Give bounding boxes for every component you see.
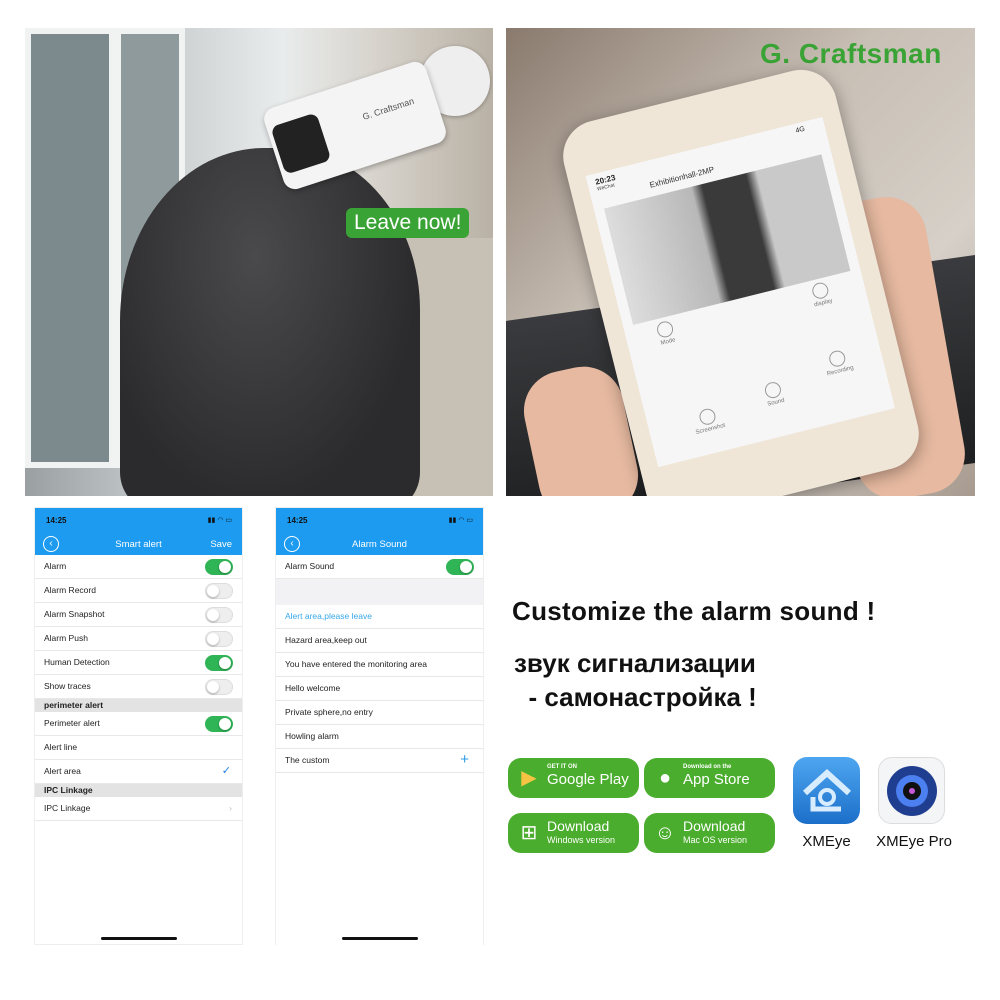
xmeye-pro-label: XMEye Pro bbox=[876, 833, 952, 850]
section-header-perimeter: perimeter alert bbox=[35, 699, 242, 712]
display-button[interactable]: display bbox=[799, 278, 844, 311]
badge-small-text: Download on the bbox=[683, 764, 732, 770]
recording-button[interactable]: Recording bbox=[816, 346, 861, 379]
custom-sound-row[interactable]: The custom + bbox=[276, 749, 483, 773]
section-header-ipc: IPC Linkage bbox=[35, 784, 242, 797]
plus-icon[interactable]: + bbox=[460, 748, 469, 771]
alarm-sound-screen: 14:25 ▮▮ ◠ ▭ ‹ Alarm Sound Alarm Sound A… bbox=[275, 507, 484, 953]
ipc-linkage-row[interactable]: IPC Linkage › bbox=[35, 797, 242, 821]
headline-ru-2: - самонастройка ! bbox=[514, 682, 757, 712]
badge-small-text: GET IT ON bbox=[547, 764, 577, 770]
phone-screen: 20:23 WeChat 4G Exhibitionhall-2MP Mode … bbox=[585, 117, 895, 468]
xmeye-pro-app-icon[interactable] bbox=[878, 757, 945, 824]
sound-button[interactable]: Sound bbox=[752, 377, 797, 410]
brand-logo: G. Craftsman bbox=[760, 38, 942, 69]
sound-option[interactable]: Hello welcome bbox=[276, 677, 483, 701]
checkmark-icon: ✓ bbox=[221, 765, 231, 777]
headline-ru-1: звук сигнализации bbox=[514, 648, 756, 678]
sound-option[interactable]: Hazard area,keep out bbox=[276, 629, 483, 653]
leave-now-bubble: Leave now! bbox=[346, 208, 470, 238]
badge-sub-text: Mac OS version bbox=[683, 835, 748, 845]
status-icons: ▮▮ ◠ ▭ bbox=[448, 517, 473, 524]
home-indicator[interactable] bbox=[101, 937, 177, 940]
toggle-switch[interactable] bbox=[205, 716, 233, 732]
google-play-icon: ▶ bbox=[521, 767, 537, 789]
sound-option[interactable]: Private sphere,no entry bbox=[276, 701, 483, 725]
sound-option[interactable]: Howling alarm bbox=[276, 725, 483, 749]
badge-large-text: App Store bbox=[683, 771, 750, 788]
toggle-switch[interactable] bbox=[205, 583, 233, 599]
toggle-switch[interactable] bbox=[205, 607, 233, 623]
mac-download-badge[interactable]: ☺ Download Mac OS version bbox=[644, 813, 775, 853]
badge-large-text: Download bbox=[683, 818, 746, 834]
toggle-switch[interactable] bbox=[205, 559, 233, 575]
xmeye-app-icon[interactable] bbox=[793, 757, 860, 824]
option-alert-area[interactable]: Alert area ✓ bbox=[35, 760, 242, 784]
setting-row-alarm-sound: Alarm Sound bbox=[276, 555, 483, 579]
option-alert-line[interactable]: Alert line bbox=[35, 736, 242, 760]
camera-lens bbox=[270, 112, 332, 175]
setting-row-alarm-push: Alarm Push bbox=[35, 627, 242, 651]
network-indicator: 4G bbox=[794, 125, 806, 135]
camera-brand: G. Craftsman bbox=[361, 95, 416, 122]
setting-row-perimeter-alert: Perimeter alert bbox=[35, 712, 242, 736]
home-indicator[interactable] bbox=[342, 937, 418, 940]
app-store-badge[interactable]: ● Download on the App Store bbox=[644, 758, 775, 798]
screen-title: Alarm Sound bbox=[352, 539, 407, 550]
headline: Customize the alarm sound ! bbox=[512, 596, 876, 626]
nav-header: 14:25 ▮▮ ◠ ▭ ‹ Smart alert Save bbox=[35, 508, 242, 555]
empty-area bbox=[276, 773, 483, 953]
mac-finder-icon: ☺ bbox=[654, 822, 676, 844]
photo-phone-app: G. Craftsman 20:23 WeChat 4G Exhibitionh… bbox=[506, 28, 975, 496]
setting-row-human-detection: Human Detection bbox=[35, 651, 242, 675]
toggle-switch[interactable] bbox=[205, 679, 233, 695]
save-button[interactable]: Save bbox=[210, 539, 232, 550]
apple-icon: ● bbox=[658, 767, 672, 789]
badge-large-text: Google Play bbox=[547, 771, 629, 788]
windows-download-badge[interactable]: ⊞ Download Windows version bbox=[508, 813, 639, 853]
hooded-person bbox=[120, 148, 420, 496]
google-play-badge[interactable]: ▶ GET IT ON Google Play bbox=[508, 758, 639, 798]
sound-option[interactable]: You have entered the monitoring area bbox=[276, 653, 483, 677]
xmeye-label: XMEye bbox=[802, 833, 851, 850]
badge-large-text: Download bbox=[547, 818, 610, 834]
badge-sub-text: Windows version bbox=[547, 835, 616, 845]
chevron-right-icon: › bbox=[229, 803, 232, 813]
setting-row-alarm: Alarm bbox=[35, 555, 242, 579]
windows-icon: ⊞ bbox=[520, 822, 538, 844]
sound-option[interactable]: Alert area,please leave bbox=[276, 605, 483, 629]
nav-header: 14:25 ▮▮ ◠ ▭ ‹ Alarm Sound bbox=[276, 508, 483, 555]
toggle-switch[interactable] bbox=[205, 655, 233, 671]
status-time: 14:25 bbox=[46, 516, 67, 525]
setting-row-alarm-record: Alarm Record bbox=[35, 579, 242, 603]
toggle-switch[interactable] bbox=[446, 559, 474, 575]
photo-intruder-camera: G. Craftsman Leave now! bbox=[25, 28, 493, 496]
screenshot-button[interactable]: Screenshot bbox=[686, 404, 731, 437]
window-frame bbox=[25, 28, 115, 468]
status-time: 14:25 bbox=[287, 516, 308, 525]
mode-button[interactable]: Mode bbox=[644, 317, 689, 350]
status-icons: ▮▮ ◠ ▭ bbox=[207, 517, 232, 524]
setting-row-show-traces: Show traces bbox=[35, 675, 242, 699]
smart-alert-screen: 14:25 ▮▮ ◠ ▭ ‹ Smart alert Save Alarm Al… bbox=[34, 507, 243, 945]
toggle-switch[interactable] bbox=[205, 631, 233, 647]
spacer bbox=[276, 579, 483, 605]
setting-row-alarm-snapshot: Alarm Snapshot bbox=[35, 603, 242, 627]
